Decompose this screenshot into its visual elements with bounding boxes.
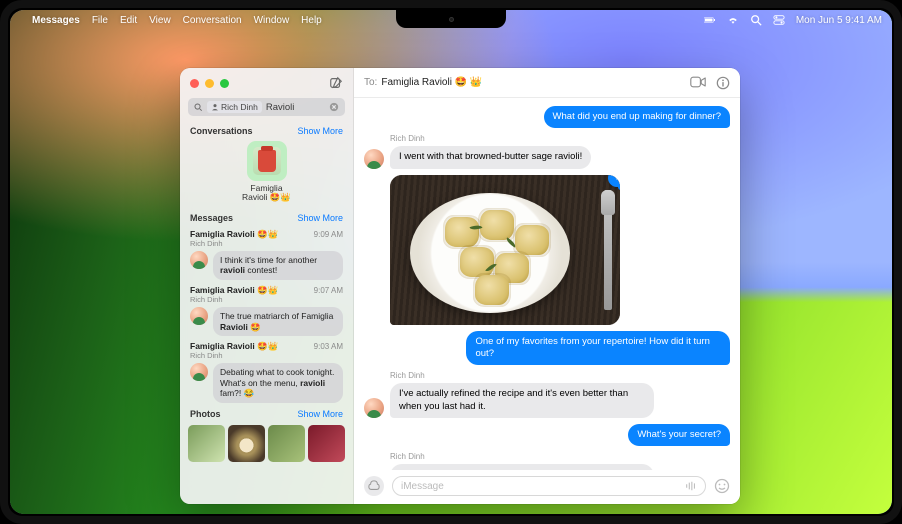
conversation-result[interactable]: Famiglia Ravioli 🤩👑 xyxy=(190,141,343,203)
messages-show-more[interactable]: Show More xyxy=(297,213,343,223)
avatar xyxy=(190,307,208,325)
image-message[interactable]: ♥ xyxy=(390,175,620,325)
result-time: 9:07 AM xyxy=(314,286,343,295)
section-photos-title: Photos xyxy=(190,409,221,419)
laptop-bezel: Messages File Edit View Conversation Win… xyxy=(0,0,902,524)
compose-button[interactable] xyxy=(329,76,343,90)
section-messages-title: Messages xyxy=(190,213,233,223)
photo-result[interactable] xyxy=(308,425,345,462)
result-text: I think it's time for another ravioli co… xyxy=(213,251,343,280)
result-time: 9:09 AM xyxy=(314,230,343,239)
minimize-button[interactable] xyxy=(205,79,214,88)
result-text: The true matriarch of Famiglia Ravioli 🤩 xyxy=(213,307,343,336)
sent-bubble[interactable]: What did you end up making for dinner? xyxy=(544,106,730,128)
avatar xyxy=(364,398,384,418)
avatar xyxy=(364,149,384,169)
sidebar: Rich Dinh Ravioli Conversations Show Mor… xyxy=(180,68,354,504)
photo-result[interactable] xyxy=(268,425,305,462)
app-menu[interactable]: Messages xyxy=(32,15,80,26)
result-time: 9:03 AM xyxy=(314,342,343,351)
message-input[interactable]: iMessage xyxy=(392,476,706,496)
message-result[interactable]: Famiglia Ravioli 🤩👑9:03 AM Rich Dinh Deb… xyxy=(186,338,347,405)
clear-search-icon[interactable] xyxy=(329,102,339,112)
search-filter-label: Rich Dinh xyxy=(221,102,258,112)
emoji-button[interactable] xyxy=(714,478,730,494)
conversation-header: To: Famiglia Ravioli 🤩 👑 xyxy=(354,68,740,98)
menu-window[interactable]: Window xyxy=(254,15,290,26)
search-query: Ravioli xyxy=(266,102,325,113)
conversation-thumb xyxy=(247,141,287,181)
fork-icon xyxy=(604,190,612,310)
facetime-button[interactable] xyxy=(690,76,706,90)
zoom-button[interactable] xyxy=(220,79,229,88)
search-icon xyxy=(194,103,203,112)
dictation-icon[interactable] xyxy=(685,480,697,492)
menu-file[interactable]: File xyxy=(92,15,108,26)
message-result[interactable]: Famiglia Ravioli 🤩👑9:09 AM Rich Dinh I t… xyxy=(186,226,347,282)
search-input[interactable]: Rich Dinh Ravioli xyxy=(188,98,345,116)
result-from: Rich Dinh xyxy=(190,295,343,304)
menu-bar: Messages File Edit View Conversation Win… xyxy=(10,10,892,30)
window-controls xyxy=(180,68,353,98)
result-text: Debating what to cook tonight. What's on… xyxy=(213,363,343,403)
menu-help[interactable]: Help xyxy=(301,15,322,26)
menubar-datetime[interactable]: Mon Jun 5 9:41 AM xyxy=(796,15,882,26)
desktop-screen: Messages File Edit View Conversation Win… xyxy=(10,10,892,514)
chat-title: Famiglia Ravioli 🤩 👑 xyxy=(381,77,482,88)
messages-window: Rich Dinh Ravioli Conversations Show Mor… xyxy=(180,68,740,504)
conversations-show-more[interactable]: Show More xyxy=(297,126,343,136)
sent-bubble[interactable]: What's your secret? xyxy=(628,424,730,446)
battery-icon[interactable] xyxy=(704,14,716,26)
result-from: Rich Dinh xyxy=(190,351,343,360)
avatar xyxy=(190,251,208,269)
menu-edit[interactable]: Edit xyxy=(120,15,137,26)
photos-show-more[interactable]: Show More xyxy=(297,409,343,419)
spotlight-icon[interactable] xyxy=(750,14,762,26)
apps-button[interactable] xyxy=(364,476,384,496)
sent-bubble[interactable]: One of my favorites from your repertoire… xyxy=(466,331,730,366)
input-placeholder: iMessage xyxy=(401,481,685,492)
control-center-icon[interactable] xyxy=(773,14,785,26)
message-results: Famiglia Ravioli 🤩👑9:09 AM Rich Dinh I t… xyxy=(180,226,353,405)
wifi-icon[interactable] xyxy=(727,14,739,26)
menu-conversation[interactable]: Conversation xyxy=(183,15,242,26)
conversation-name: Famiglia Ravioli 🤩👑 xyxy=(242,184,291,203)
compose-bar: iMessage xyxy=(354,470,740,504)
received-bubble[interactable]: I went with that browned-butter sage rav… xyxy=(390,146,591,168)
sender-name: Rich Dinh xyxy=(390,134,730,143)
message-result[interactable]: Famiglia Ravioli 🤩👑9:07 AM Rich Dinh The… xyxy=(186,282,347,338)
conversation-pane: To: Famiglia Ravioli 🤩 👑 What did you en… xyxy=(354,68,740,504)
close-button[interactable] xyxy=(190,79,199,88)
section-conversations-title: Conversations xyxy=(190,126,253,136)
details-button[interactable] xyxy=(716,76,730,90)
sender-name: Rich Dinh xyxy=(390,452,730,461)
to-label: To: xyxy=(364,77,377,88)
menu-view[interactable]: View xyxy=(149,15,171,26)
message-thread[interactable]: What did you end up making for dinner? R… xyxy=(354,98,740,470)
photo-result[interactable] xyxy=(228,425,265,462)
avatar xyxy=(190,363,208,381)
search-filter-pill[interactable]: Rich Dinh xyxy=(207,101,262,113)
person-icon xyxy=(211,103,219,111)
received-bubble[interactable]: I've actually refined the recipe and it'… xyxy=(390,383,654,418)
photo-result[interactable] xyxy=(188,425,225,462)
result-from: Rich Dinh xyxy=(190,239,343,248)
sender-name: Rich Dinh xyxy=(390,371,730,380)
